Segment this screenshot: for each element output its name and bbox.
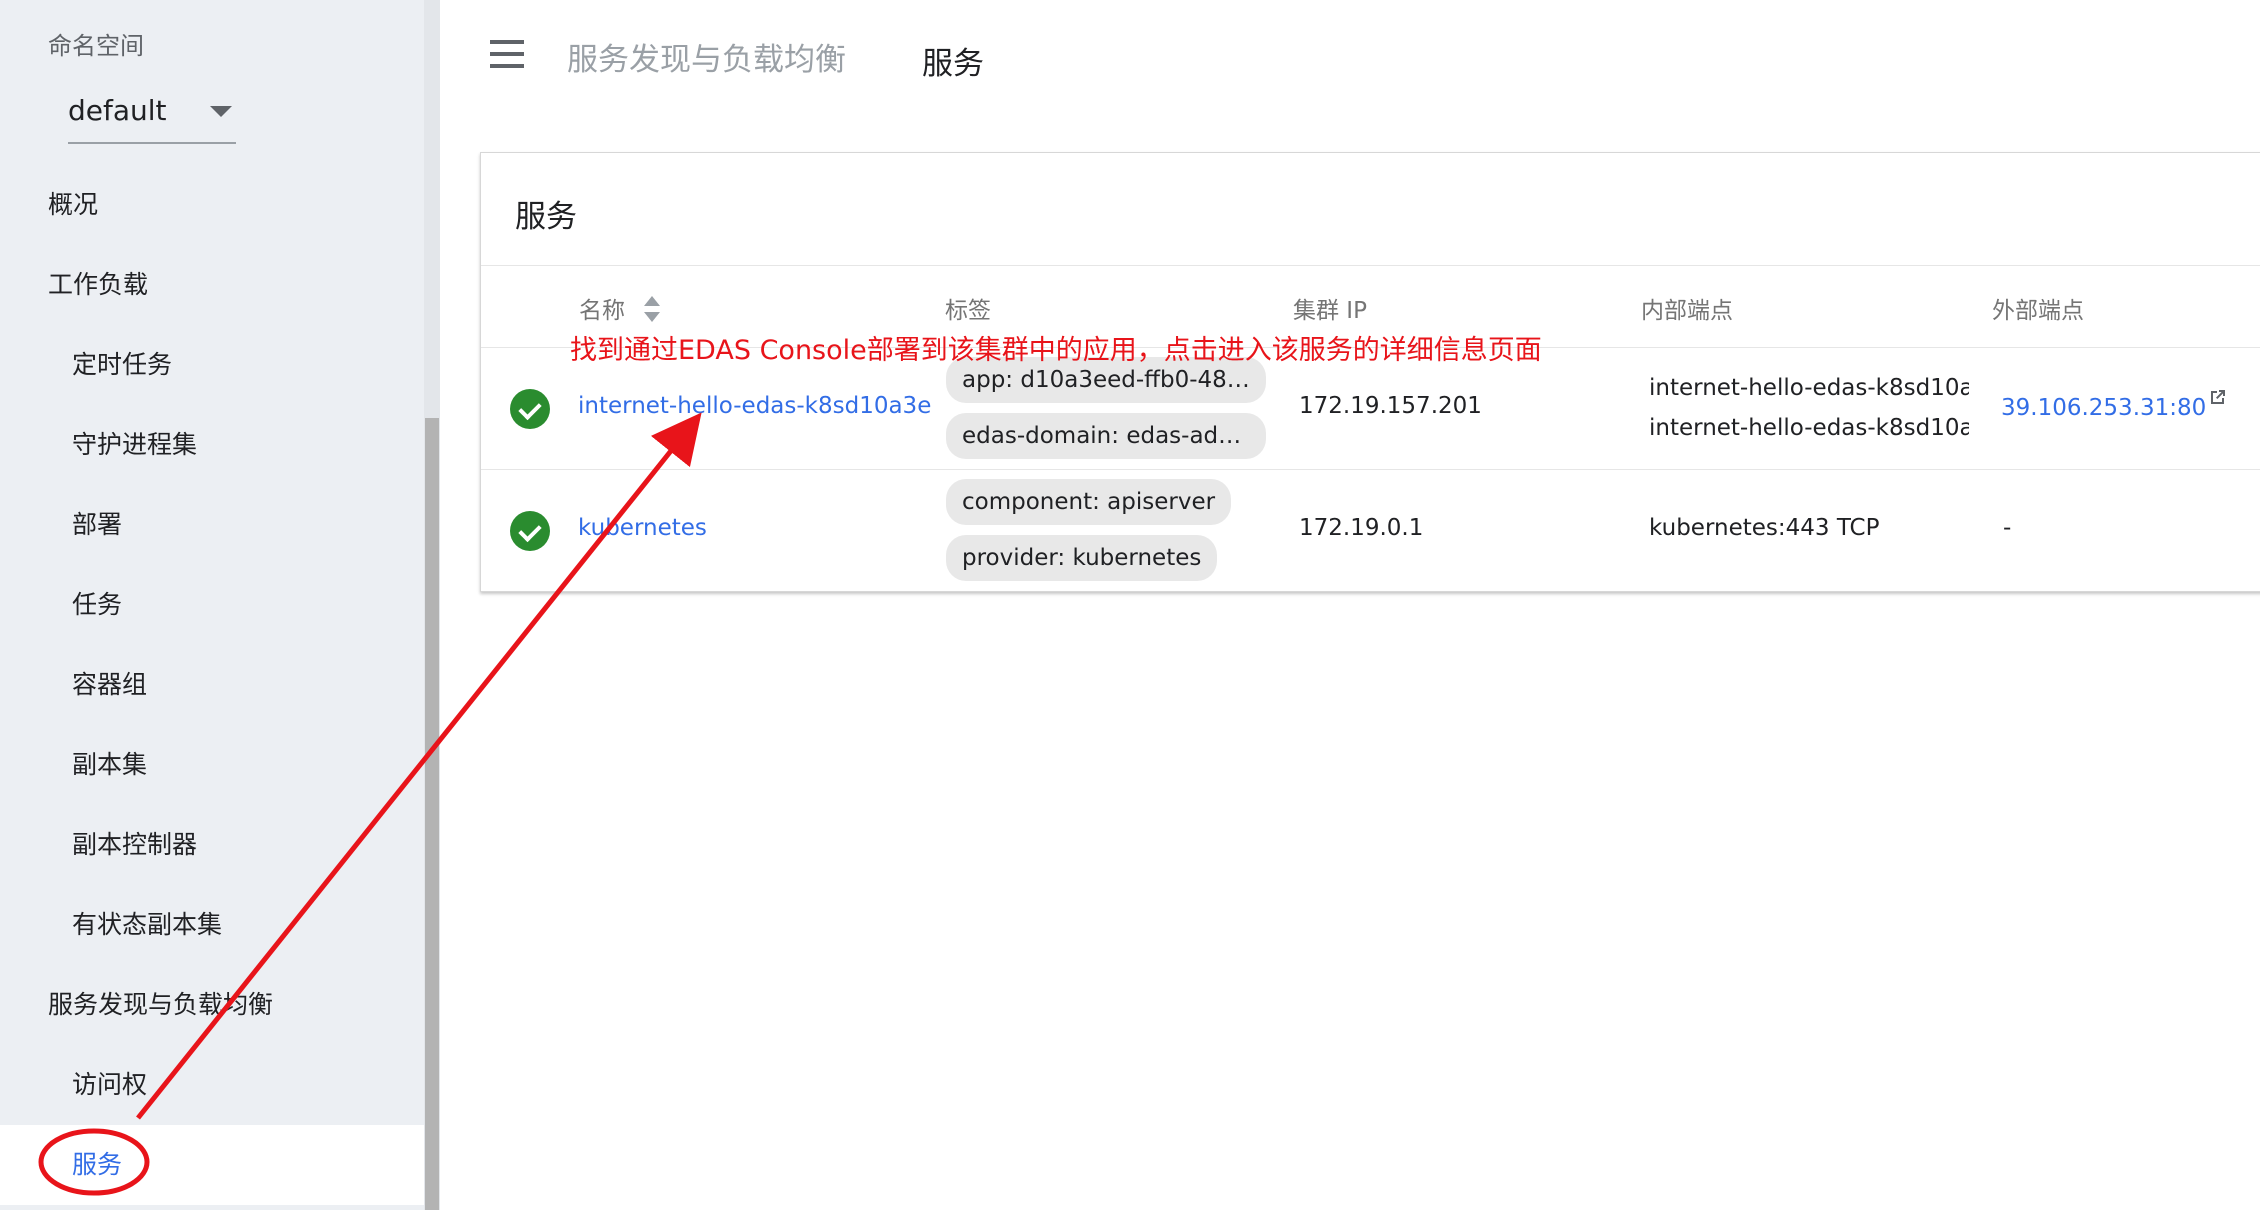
label-chip: edas-domain: edas-admin (946, 413, 1266, 459)
cluster-ip: 172.19.157.201 (1299, 393, 1482, 419)
divider (481, 469, 2260, 470)
label-chip: component: apiserver (946, 479, 1232, 525)
sidebar-item-cronjobs[interactable]: 定时任务 (0, 325, 424, 405)
menu-icon[interactable] (488, 40, 528, 72)
check-circle-icon (510, 389, 550, 429)
external-endpoint: - (2003, 515, 2012, 541)
service-name-link[interactable]: kubernetes (578, 515, 707, 541)
sidebar-item-replication-controllers[interactable]: 副本控制器 (0, 805, 424, 885)
sidebar: 命名空间 default 概况 工作负载 定时任务 守护进程集 部署 任务 容器… (0, 0, 440, 1210)
namespace-value: default (68, 94, 167, 127)
sidebar-item-workloads[interactable]: 工作负载 (0, 245, 424, 325)
column-header-name[interactable]: 名称 (579, 291, 625, 325)
sidebar-item-statefulsets[interactable]: 有状态副本集 (0, 885, 424, 965)
external-endpoint-link[interactable]: 39.106.253.31:80 (2001, 395, 2206, 421)
internal-endpoint: internet-hello-edas-k8sd10a3 (1649, 375, 1969, 401)
sidebar-item-services[interactable]: 服务 (0, 1125, 424, 1205)
sort-icon[interactable] (641, 294, 663, 324)
internal-endpoint: internet-hello-edas-k8sd10a3 (1649, 415, 1969, 441)
column-header-cluster-ip: 集群 IP (1293, 298, 1367, 324)
sidebar-nav: 概况 工作负载 定时任务 守护进程集 部署 任务 容器组 副本集 副本控制器 有… (0, 165, 424, 1205)
internal-endpoint: kubernetes:443 TCP (1649, 515, 1880, 541)
service-name-link[interactable]: internet-hello-edas-k8sd10a3e (578, 393, 931, 419)
services-card: 服务 名称 标签 集群 IP 内部端点 外部端点 internet-hello-… (480, 152, 2260, 592)
label-chip: provider: kubernetes (946, 535, 1218, 581)
namespace-label: 命名空间 (48, 32, 144, 60)
breadcrumb-parent[interactable]: 服务发现与负载均衡 (567, 34, 846, 79)
chevron-down-icon (210, 106, 232, 117)
card-title: 服务 (515, 199, 577, 235)
divider (481, 265, 2260, 266)
sidebar-item-pods[interactable]: 容器组 (0, 645, 424, 725)
sidebar-item-replicasets[interactable]: 副本集 (0, 725, 424, 805)
column-header-external-endpoints: 外部端点 (1992, 298, 2084, 324)
sidebar-item-daemonsets[interactable]: 守护进程集 (0, 405, 424, 485)
column-header-internal-endpoints: 内部端点 (1641, 298, 1733, 324)
column-header-labels: 标签 (945, 298, 991, 324)
sidebar-item-ingresses[interactable]: 访问权 (0, 1045, 424, 1125)
sidebar-item-discovery-load-balancing[interactable]: 服务发现与负载均衡 (0, 965, 424, 1045)
cluster-ip: 172.19.0.1 (1299, 515, 1424, 541)
sidebar-item-overview[interactable]: 概况 (0, 165, 424, 245)
open-in-new-icon[interactable] (2208, 387, 2228, 407)
sidebar-item-jobs[interactable]: 任务 (0, 565, 424, 645)
annotation-text: 找到通过EDAS Console部署到该集群中的应用，点击进入该服务的详细信息页… (570, 335, 1542, 366)
namespace-select[interactable]: default (68, 84, 236, 144)
sidebar-scrollbar-thumb[interactable] (425, 418, 439, 1210)
sidebar-item-deployments[interactable]: 部署 (0, 485, 424, 565)
page-title: 服务 (922, 46, 984, 82)
check-circle-icon (510, 511, 550, 551)
